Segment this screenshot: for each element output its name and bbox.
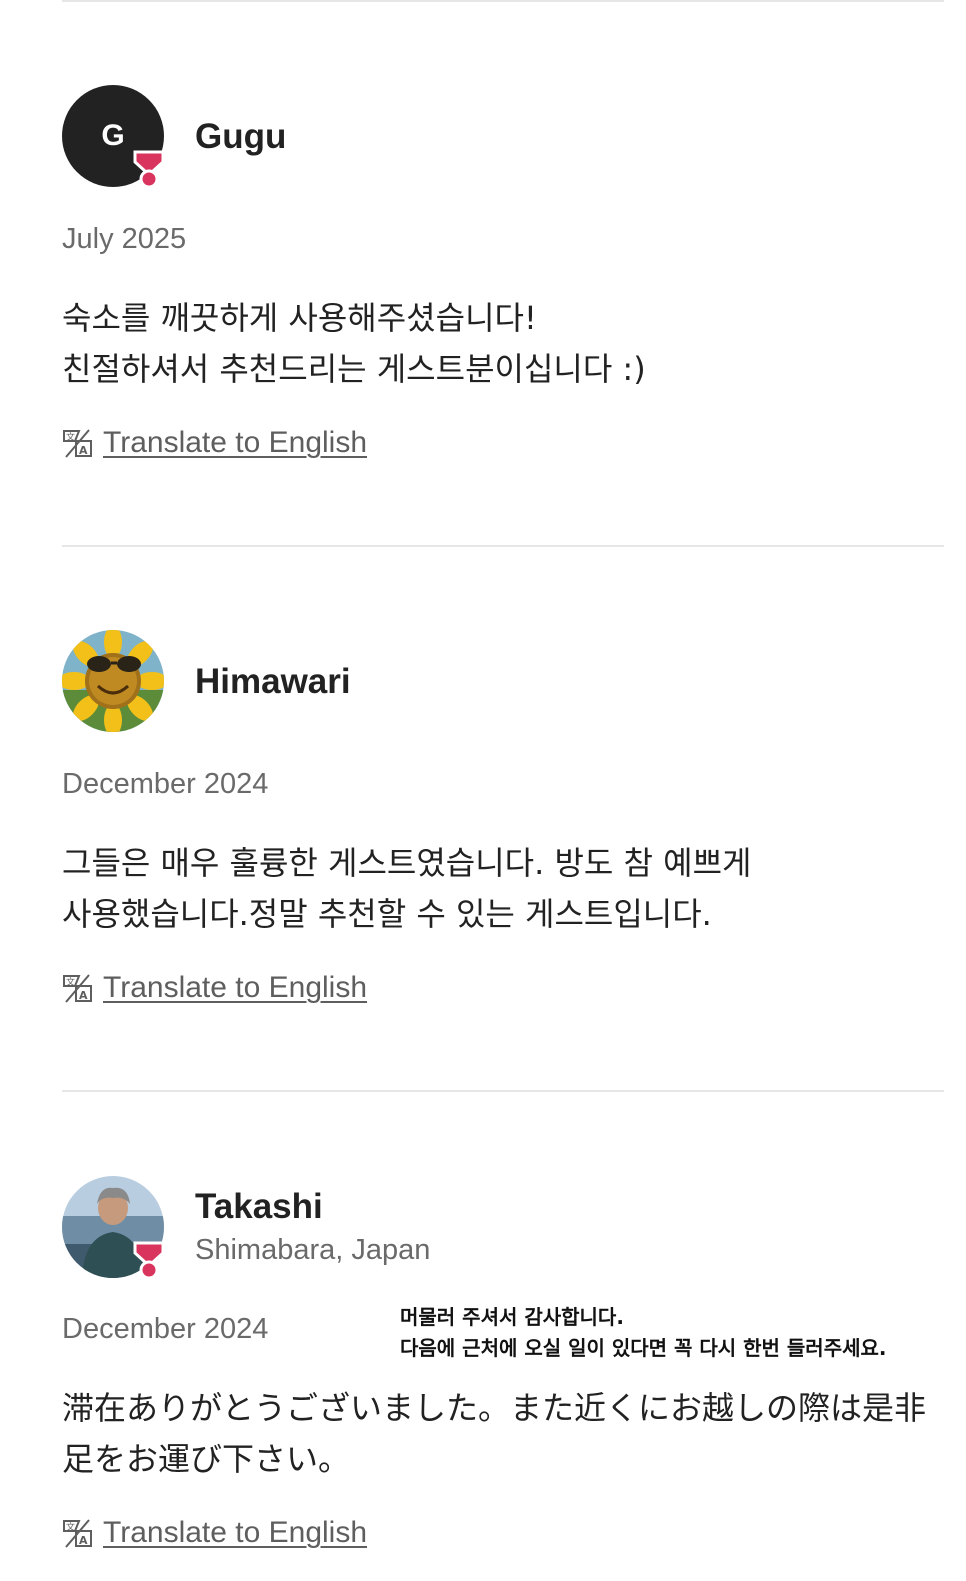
superhost-badge-icon (133, 150, 165, 189)
svg-text:文: 文 (66, 431, 75, 443)
translate-icon: 文 A (63, 1518, 92, 1548)
svg-text:A: A (79, 989, 88, 1002)
reviewer-name[interactable]: Himawari (195, 664, 351, 699)
divider (62, 1090, 944, 1092)
sunflower-photo (62, 630, 164, 732)
translate-icon: 文 A (63, 973, 92, 1003)
translation-note: 머물러 주셔서 감사합니다. 다음에 근처에 오실 일이 있다면 꼭 다시 한번… (400, 1305, 887, 1360)
superhost-badge-icon (133, 1241, 165, 1280)
svg-text:A: A (79, 444, 88, 457)
svg-text:文: 文 (66, 976, 75, 988)
translate-link-label[interactable]: Translate to English (103, 971, 367, 1005)
review-date: December 2024 (62, 768, 269, 800)
translate-link[interactable]: 文 A Translate to English (62, 1516, 367, 1550)
reviewer-location: Shimabara, Japan (195, 1234, 431, 1266)
reviewer-name[interactable]: Takashi (195, 1189, 323, 1224)
avatar[interactable] (62, 630, 164, 732)
svg-text:文: 文 (66, 1521, 75, 1533)
divider (62, 545, 944, 547)
translate-link-label[interactable]: Translate to English (103, 1516, 367, 1550)
translate-link[interactable]: 文 A Translate to English (62, 971, 367, 1005)
review-text: 그들은 매우 훌륭한 게스트였습니다. 방도 참 예쁘게 사용했습니다.정말 추… (62, 844, 752, 933)
translate-link-label[interactable]: Translate to English (103, 426, 367, 460)
svg-text:A: A (79, 1534, 88, 1547)
translate-icon: 文 A (63, 428, 92, 458)
review-date: July 2025 (62, 223, 187, 255)
review-text: 숙소를 깨끗하게 사용해주셨습니다! 친절하셔서 추천드리는 게스트분이십니다 … (62, 299, 646, 388)
review-date: December 2024 (62, 1313, 269, 1345)
translate-link[interactable]: 文 A Translate to English (62, 426, 367, 460)
review-text: 滞在ありがとうございました。また近くにお越しの際は是非 足をお運び下さい。 (62, 1389, 927, 1478)
reviewer-name[interactable]: Gugu (195, 119, 286, 154)
divider (62, 0, 944, 2)
